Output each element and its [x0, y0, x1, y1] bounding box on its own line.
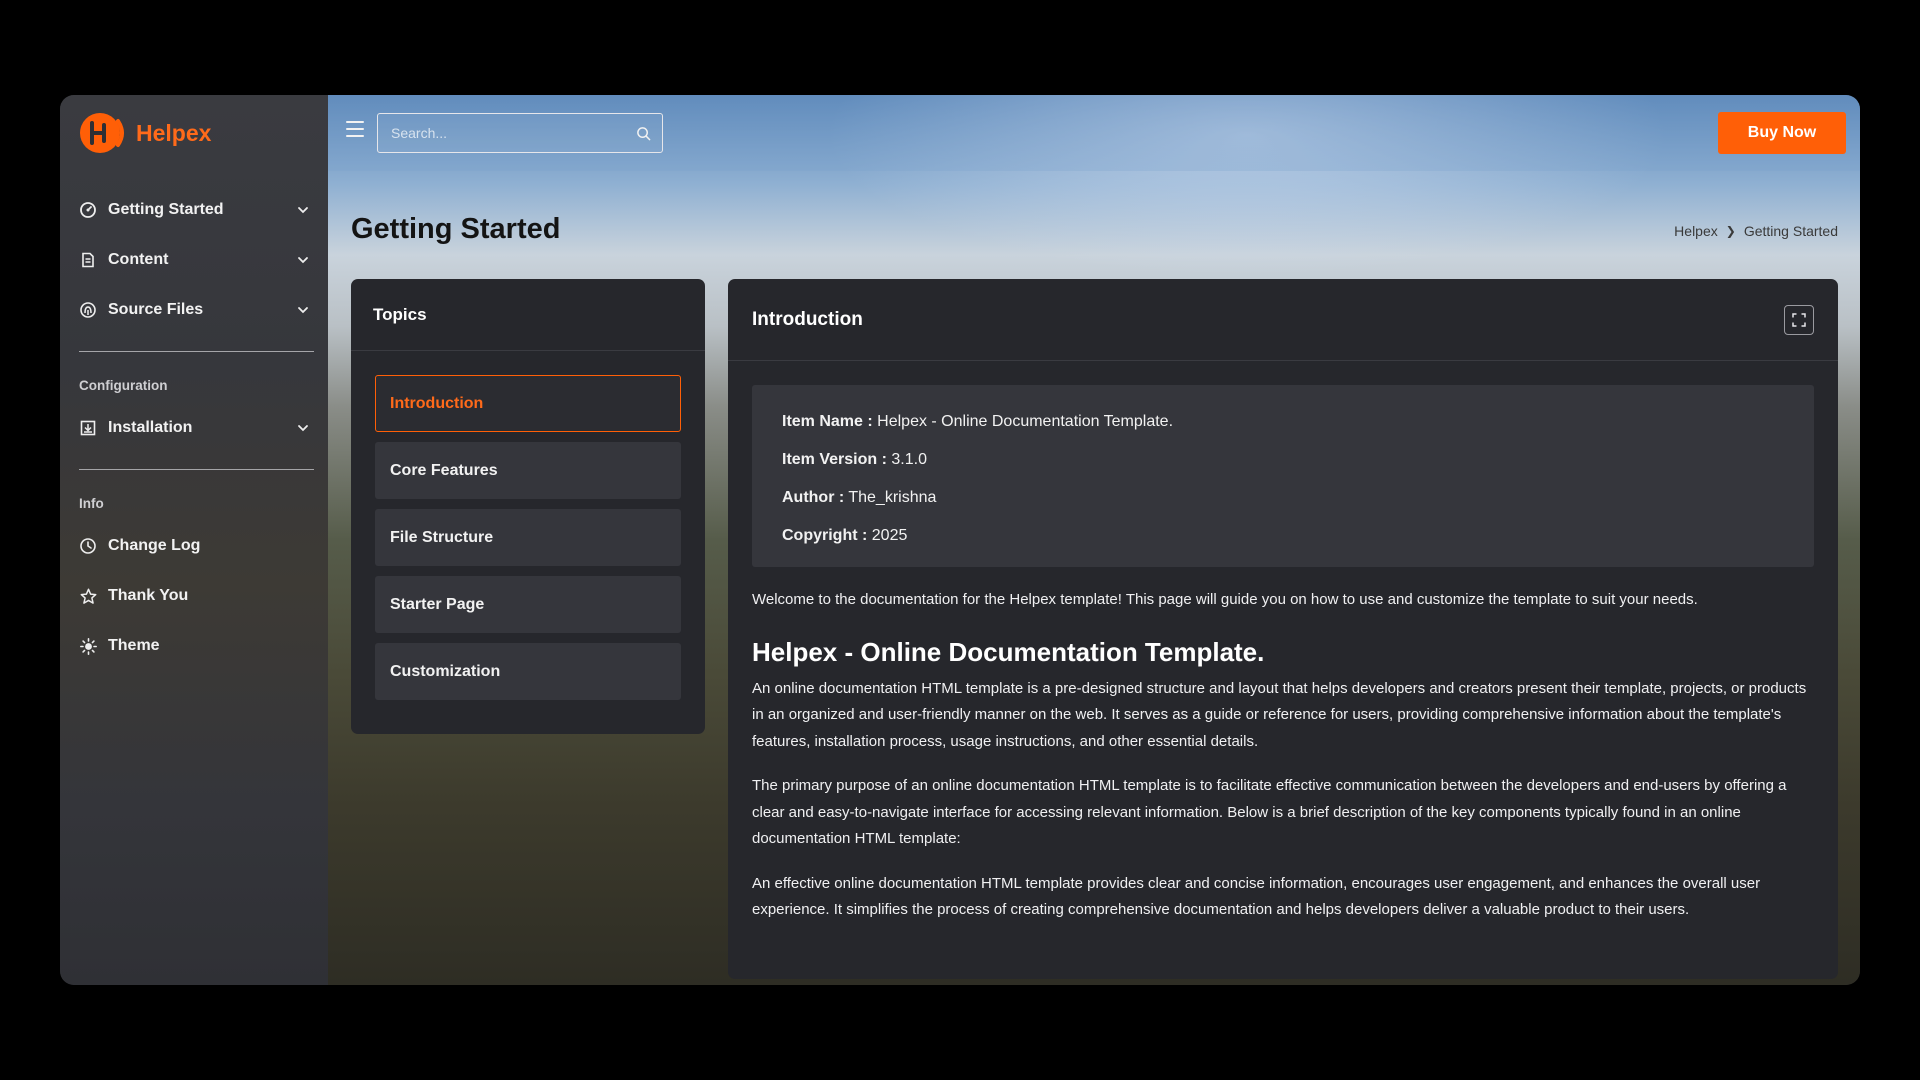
- topic-customization[interactable]: Customization: [375, 643, 681, 700]
- gauge-icon: [79, 201, 97, 219]
- content-card: Introduction Item Name : Helpex - Online…: [728, 279, 1838, 979]
- sidebar-item-thank-you[interactable]: Thank You: [60, 571, 328, 621]
- clock-icon: [79, 537, 97, 555]
- brand-name: Helpex: [136, 119, 212, 146]
- chevron-down-icon: [298, 307, 308, 314]
- page-title: Getting Started: [351, 213, 561, 245]
- search-icon[interactable]: [636, 126, 651, 141]
- brand-logo[interactable]: Helpex: [78, 109, 211, 157]
- topic-core-features[interactable]: Core Features: [375, 442, 681, 499]
- fullscreen-icon: [1792, 312, 1806, 327]
- sidebar-item-installation[interactable]: Installation: [60, 403, 328, 453]
- topic-starter-page[interactable]: Starter Page: [375, 576, 681, 633]
- chevron-right-icon: ❯: [1725, 224, 1736, 238]
- sidebar-item-label: Thank You: [108, 587, 189, 604]
- info-value: Helpex - Online Documentation Template.: [877, 413, 1174, 430]
- welcome-text: Welcome to the documentation for the Hel…: [752, 591, 1698, 608]
- logo-icon: [80, 113, 124, 153]
- topic-introduction[interactable]: Introduction: [375, 375, 681, 432]
- buy-now-button[interactable]: Buy Now: [1718, 112, 1846, 154]
- sidebar-section-label: Info: [79, 496, 104, 511]
- breadcrumb-current: Getting Started: [1743, 223, 1838, 239]
- info-value: The_krishna: [848, 489, 937, 506]
- sidebar-section-label: Configuration: [79, 378, 168, 393]
- top-bar: Buy Now: [328, 95, 1860, 171]
- item-info-box: Item Name : Helpex - Online Documentatio…: [752, 385, 1814, 567]
- fingerprint-icon: [79, 301, 97, 319]
- paragraph: An effective online documentation HTML t…: [752, 874, 1761, 919]
- paragraph: An online documentation HTML template is…: [752, 679, 1807, 750]
- sidebar-item-label: Source Files: [108, 301, 204, 318]
- search-input[interactable]: [378, 114, 662, 152]
- sidebar-item-label: Installation: [108, 419, 193, 436]
- topic-file-structure[interactable]: File Structure: [375, 509, 681, 566]
- sidebar-item-getting-started[interactable]: Getting Started: [60, 185, 328, 235]
- section-heading: Helpex - Online Documentation Template.: [752, 636, 1265, 667]
- info-key: Author :: [782, 489, 845, 506]
- document-icon: [79, 251, 97, 269]
- chevron-down-icon: [298, 425, 308, 432]
- info-key: Copyright :: [782, 527, 868, 544]
- info-row-author: Author : The_krishna: [782, 489, 1784, 507]
- sidebar-divider: [79, 351, 314, 352]
- sidebar-item-change-log[interactable]: Change Log: [60, 521, 328, 571]
- sidebar-item-theme[interactable]: Theme: [60, 621, 328, 671]
- search-box: [377, 113, 663, 153]
- app-window: Helpex Getting Started Content Source Fi…: [60, 95, 1860, 985]
- sidebar-item-label: Change Log: [108, 537, 201, 554]
- breadcrumb: Helpex ❯ Getting Started: [1674, 223, 1838, 239]
- sidebar-divider: [79, 469, 314, 470]
- breadcrumb-link-home[interactable]: Helpex: [1674, 223, 1718, 239]
- paragraph: The primary purpose of an online documen…: [752, 777, 1787, 847]
- sidebar: Helpex Getting Started Content Source Fi…: [60, 95, 328, 985]
- chevron-down-icon: [298, 207, 308, 214]
- info-value: 2025: [871, 527, 908, 544]
- content-title: Introduction: [752, 308, 863, 330]
- info-row-item-version: Item Version : 3.1.0: [782, 451, 1784, 469]
- sun-icon: [79, 637, 97, 655]
- sidebar-item-label: Getting Started: [108, 201, 224, 218]
- sidebar-item-label: Content: [108, 251, 169, 268]
- info-row-item-name: Item Name : Helpex - Online Documentatio…: [782, 413, 1784, 431]
- star-icon: [79, 587, 97, 605]
- info-value: 3.1.0: [891, 451, 927, 468]
- content-body: Welcome to the documentation for the Hel…: [728, 587, 1838, 924]
- sidebar-item-label: Theme: [108, 637, 160, 654]
- sidebar-nav: Getting Started Content Source Files Con…: [60, 185, 328, 671]
- topics-list: Introduction Core Features File Structur…: [351, 351, 705, 700]
- info-key: Item Version :: [782, 451, 887, 468]
- sidebar-item-content[interactable]: Content: [60, 235, 328, 285]
- topics-card: Topics Introduction Core Features File S…: [351, 279, 705, 734]
- chevron-down-icon: [298, 257, 308, 264]
- sidebar-item-source-files[interactable]: Source Files: [60, 285, 328, 335]
- topics-title: Topics: [351, 279, 705, 351]
- fullscreen-button[interactable]: [1784, 304, 1814, 335]
- info-key: Item Name :: [782, 413, 873, 430]
- content-header: Introduction: [728, 279, 1838, 361]
- install-icon: [79, 419, 97, 437]
- menu-toggle-icon[interactable]: [346, 121, 364, 137]
- main-area: Buy Now Getting Started Helpex ❯ Getting…: [328, 95, 1860, 985]
- info-row-copyright: Copyright : 2025: [782, 527, 1784, 545]
